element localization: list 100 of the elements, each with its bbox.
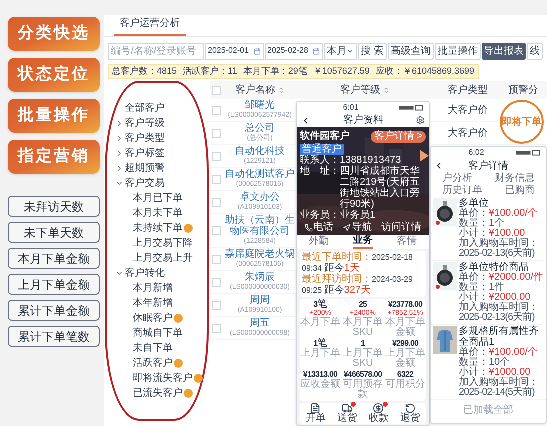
tab[interactable]: 财务信息 — [494, 173, 535, 185]
column-header: 客户等级 — [340, 84, 380, 98]
stat-value: 1笔 — [314, 339, 328, 349]
tab[interactable]: 外勤 — [309, 236, 329, 248]
tree-item[interactable]: 已流失客户 — [133, 388, 183, 400]
action-link[interactable]: 访问详情 — [381, 222, 422, 234]
navigation-icon — [342, 224, 351, 232]
tab[interactable]: 户分析 — [442, 173, 472, 185]
customer-link[interactable]: 助扶（云南）生物医有限公司 — [224, 215, 296, 237]
nav-label[interactable]: 送货 — [337, 414, 358, 424]
customer-link[interactable]: 邹曙光 — [245, 100, 275, 111]
caret-icon[interactable] — [115, 164, 124, 173]
summary-text: ￥1057627.59 — [313, 64, 370, 78]
toolbar-button[interactable]: 线 — [527, 42, 543, 60]
action-link[interactable]: 电话 — [314, 222, 334, 234]
checkbox[interactable] — [212, 152, 221, 160]
price-value: ¥100.00/个 — [489, 348, 538, 358]
date-field[interactable]: 2025-02-28 — [264, 42, 323, 60]
checkbox[interactable] — [212, 174, 221, 184]
tree-item[interactable]: 即将流失客户 — [133, 372, 193, 384]
customer-link[interactable]: 周周 — [250, 295, 270, 306]
customer-link[interactable]: 总公司 — [245, 123, 275, 134]
checkbox[interactable] — [212, 254, 221, 264]
checkbox[interactable] — [212, 278, 221, 286]
tree-item[interactable]: 未自下单 — [133, 342, 173, 354]
info-label: 联系人： — [300, 155, 340, 166]
checkbox[interactable] — [212, 106, 221, 114]
document-icon[interactable] — [310, 403, 322, 414]
customer-link[interactable]: 朱炳辰 — [245, 272, 275, 283]
column-header: 客户名称 — [236, 84, 276, 98]
tab[interactable]: 客户运营分析 — [114, 16, 186, 36]
stat-value: ¥299.00 — [392, 339, 419, 348]
tree-item[interactable]: 本年新增 — [133, 298, 173, 310]
customer-link[interactable]: 自动化科技 — [235, 146, 285, 157]
subtotal-value: ¥2000.00 — [489, 293, 531, 303]
customer-link[interactable]: 自动化测试客户 — [225, 169, 295, 180]
tree-item[interactable]: 客户交易 — [125, 178, 165, 190]
tree-item[interactable]: 全部客户 — [125, 102, 165, 114]
tree-item[interactable]: 客户转化 — [125, 268, 165, 280]
toolbar-button[interactable]: 导出报表 — [482, 42, 526, 60]
caret-icon[interactable] — [115, 149, 124, 158]
customer-link[interactable]: 嘉席庭院老火锅 — [225, 249, 295, 260]
checkbox[interactable] — [212, 324, 221, 332]
tab[interactable]: 已购商 — [504, 185, 535, 197]
tree-item[interactable]: 未持续下单 — [133, 222, 183, 234]
product-name: 多规格所有属性齐全商品1 — [459, 326, 540, 348]
toolbar-button[interactable]: 批量操作 — [435, 42, 481, 60]
caret-icon[interactable] — [115, 269, 124, 278]
tree-item[interactable]: 本月未下单 — [133, 208, 183, 220]
tree-item[interactable]: 客户标签 — [125, 148, 165, 160]
nav-label[interactable]: 收款 — [368, 414, 389, 424]
metric-tag: 累计下单笔数 — [8, 326, 100, 347]
date-field[interactable]: 2025-02-01 — [205, 42, 264, 60]
stat-value: 6322 — [397, 370, 414, 379]
product-name: 多单位特价商品 — [459, 262, 529, 273]
stat-label: 应收金额 — [300, 380, 340, 390]
tree-item[interactable]: 超期预警 — [125, 162, 165, 174]
coin-icon[interactable] — [373, 403, 384, 414]
quantity-label: 数量： — [459, 283, 489, 293]
tree-item[interactable]: 客户类型 — [125, 132, 165, 144]
tree-item[interactable]: 上月交易下降 — [133, 238, 193, 250]
tab[interactable]: 业务 — [353, 235, 373, 249]
tree-item[interactable]: 本月已下单 — [133, 192, 183, 204]
caret-icon[interactable] — [115, 134, 124, 143]
tab[interactable]: 客情 — [397, 236, 417, 248]
stat-label: 本月下单金额 — [385, 318, 426, 338]
added-time-label: 加入购物车时间： — [459, 303, 540, 313]
stat-value: 25 — [358, 300, 368, 310]
toolbar-button[interactable]: 搜 索 — [358, 42, 387, 60]
tree-item[interactable]: 上月交易上升 — [133, 252, 193, 264]
checkbox[interactable] — [212, 198, 221, 206]
feature-badge: 批量操作 — [8, 99, 100, 133]
return-icon[interactable] — [404, 403, 416, 414]
checkbox[interactable] — [212, 128, 221, 138]
tree-item[interactable]: 活跃客户 — [133, 358, 173, 370]
screen-title: 客户详情 — [468, 160, 510, 172]
search-field[interactable]: 编号/名称/登录账号 — [108, 42, 204, 60]
checkbox[interactable] — [212, 300, 221, 310]
tree-item[interactable]: 客户等级 — [125, 118, 165, 130]
tree-item[interactable]: 本月新增 — [133, 282, 173, 294]
period-select[interactable]: 本月 — [324, 42, 358, 60]
checkbox[interactable] — [212, 226, 221, 235]
caret-icon[interactable] — [115, 179, 124, 188]
nav-label[interactable]: 开单 — [306, 414, 326, 424]
tree-item[interactable]: 休眠客户 — [133, 312, 173, 324]
truck-icon[interactable] — [342, 403, 353, 414]
caret-icon[interactable] — [115, 119, 124, 128]
action-link[interactable]: 导航 — [352, 222, 372, 234]
stat-value: ¥13313.00 — [303, 370, 338, 379]
customer-link[interactable]: 卓文办公 — [240, 192, 280, 203]
toolbar-button[interactable]: 高级查询 — [388, 42, 434, 60]
metric-tag: 未下单天数 — [8, 222, 100, 243]
tree-item[interactable]: 商城自下单 — [133, 328, 183, 340]
nav-label[interactable]: 退货 — [400, 414, 420, 424]
recent-text: 最近拜访时间：2024-03-29 09:25 距今327天 — [302, 274, 414, 296]
settings-icon[interactable] — [416, 116, 425, 125]
summary-text: 本月下单：29笔 — [243, 64, 308, 78]
customer-link[interactable]: 周五 — [250, 318, 270, 329]
checkbox[interactable] — [212, 86, 221, 94]
tab[interactable]: 历史订单 — [442, 185, 482, 197]
